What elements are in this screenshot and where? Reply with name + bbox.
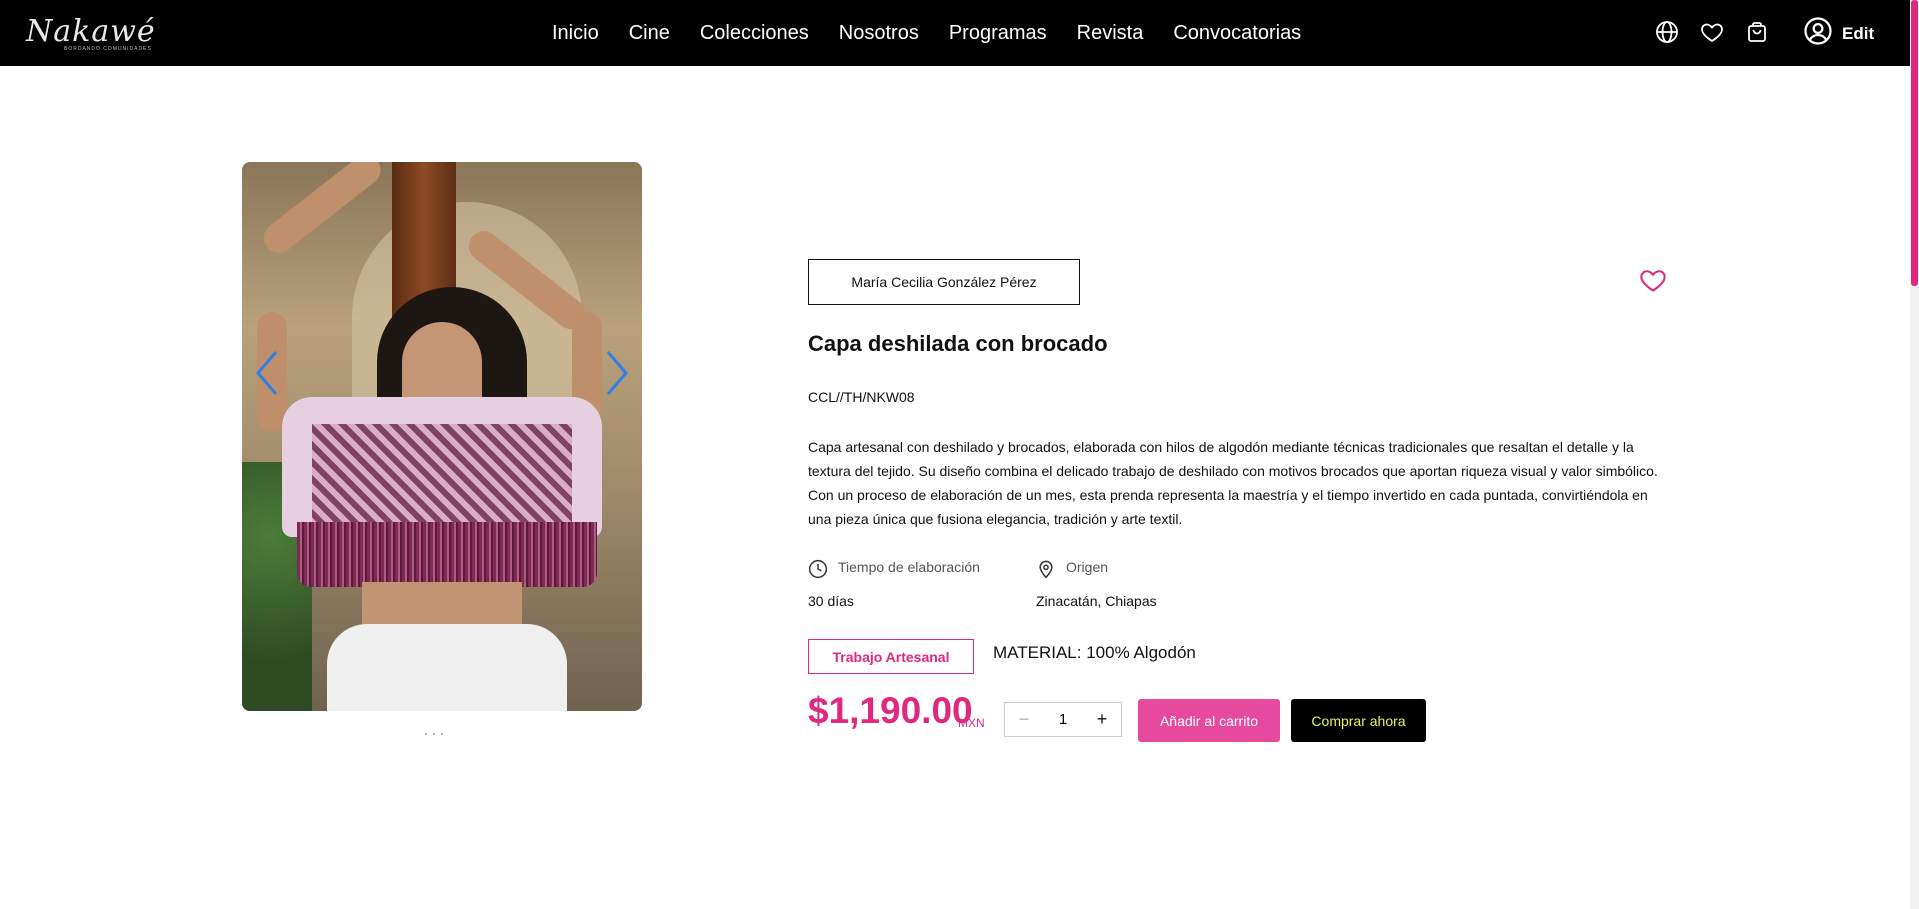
material-text: MATERIAL: 100% Algodón bbox=[993, 643, 1196, 662]
product-description: Capa artesanal con deshilado y brocados,… bbox=[808, 439, 1658, 527]
gallery-prev-button[interactable] bbox=[252, 348, 282, 398]
brand-tagline: BORDANDO COMUNIDADES bbox=[64, 46, 152, 52]
quantity-input[interactable] bbox=[1043, 711, 1083, 728]
nav-item-cine[interactable]: Cine bbox=[629, 22, 670, 45]
time-value: 30 días bbox=[808, 593, 854, 609]
favorite-heart-icon[interactable] bbox=[1639, 266, 1667, 294]
artisan-badge: Trabajo Artesanal bbox=[808, 639, 974, 674]
gallery-next-button[interactable] bbox=[602, 348, 632, 398]
heart-icon[interactable] bbox=[1697, 17, 1727, 47]
product-title: Capa deshilada con brocado bbox=[808, 331, 1108, 356]
product-photo bbox=[242, 162, 642, 711]
gallery-dot[interactable] bbox=[425, 733, 427, 735]
nav-item-programas[interactable]: Programas bbox=[949, 22, 1047, 45]
main-nav: Inicio Cine Colecciones Nosotros Program… bbox=[552, 0, 1331, 66]
brand-name: Nakawé bbox=[26, 14, 156, 49]
product-price: $1,190.00 bbox=[808, 690, 973, 731]
quantity-stepper: − + bbox=[1004, 702, 1122, 737]
top-navigation-bar: Nakawé BORDANDO COMUNIDADES Inicio Cine … bbox=[0, 0, 1910, 66]
nav-item-inicio[interactable]: Inicio bbox=[552, 22, 599, 45]
nav-item-nosotros[interactable]: Nosotros bbox=[839, 22, 919, 45]
gallery-pagination bbox=[425, 733, 449, 735]
user-icon bbox=[1803, 16, 1833, 51]
price-currency: MXN bbox=[958, 716, 985, 730]
time-label: Tiempo de elaboración bbox=[838, 559, 980, 575]
nav-item-convocatorias[interactable]: Convocatorias bbox=[1173, 22, 1301, 45]
quantity-increase-button[interactable]: + bbox=[1083, 703, 1121, 736]
shopping-bag-icon[interactable] bbox=[1742, 17, 1772, 47]
globe-icon[interactable] bbox=[1652, 17, 1682, 47]
location-pin-icon bbox=[1036, 559, 1056, 579]
edit-label: Edit bbox=[1842, 23, 1875, 43]
nav-item-colecciones[interactable]: Colecciones bbox=[700, 22, 809, 45]
scrollbar-thumb[interactable] bbox=[1911, 0, 1918, 286]
product-gallery bbox=[242, 162, 642, 711]
clock-icon bbox=[808, 559, 828, 579]
header-actions bbox=[1652, 17, 1787, 47]
origin-value: Zinacatán, Chiapas bbox=[1036, 593, 1157, 609]
add-to-cart-button[interactable]: Añadir al carrito bbox=[1138, 699, 1280, 742]
nav-item-revista[interactable]: Revista bbox=[1077, 22, 1144, 45]
origin-label: Origen bbox=[1066, 559, 1109, 575]
brand-logo[interactable]: Nakawé BORDANDO COMUNIDADES bbox=[26, 14, 155, 54]
user-menu[interactable]: Edit bbox=[1803, 16, 1874, 51]
gallery-dot[interactable] bbox=[441, 733, 443, 735]
buy-now-button[interactable]: Comprar ahora bbox=[1291, 699, 1426, 742]
product-sku: CCL//TH/NKW08 bbox=[808, 389, 915, 405]
artist-name-button[interactable]: María Cecilia González Pérez bbox=[808, 259, 1080, 305]
gallery-dot[interactable] bbox=[433, 733, 435, 735]
quantity-decrease-button[interactable]: − bbox=[1005, 703, 1043, 736]
